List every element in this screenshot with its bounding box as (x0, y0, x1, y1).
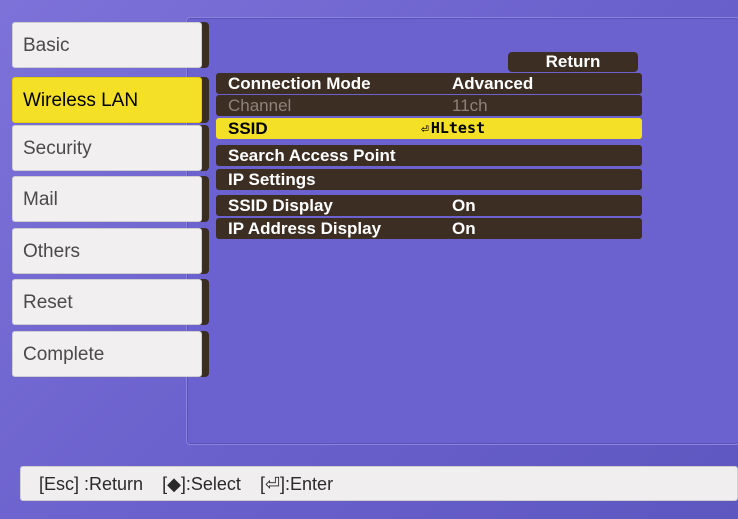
return-button[interactable]: Return (508, 52, 638, 72)
enter-hint: [⏎]:Enter (259, 474, 334, 494)
row-connection-mode[interactable]: Connection Mode Advanced (216, 73, 642, 94)
row-value: Advanced (452, 74, 534, 93)
tab-reset[interactable]: Reset (12, 279, 202, 325)
row-ip-settings[interactable]: IP Settings (216, 169, 642, 190)
tab-others[interactable]: Others (12, 228, 202, 274)
row-value: On (452, 196, 476, 215)
row-ssid[interactable]: SSID ⏎ HLtest (216, 118, 642, 139)
tab-wireless-lan[interactable]: Wireless LAN (12, 77, 202, 123)
row-label: IP Address Display (228, 219, 382, 238)
tab-basic[interactable]: Basic (12, 22, 202, 68)
row-label: Connection Mode (228, 74, 371, 93)
ssid-value: HLtest (430, 119, 486, 137)
help-bar: [Esc] :Return [◆]:Select [⏎]:Enter (20, 466, 738, 501)
tab-mail[interactable]: Mail (12, 176, 202, 222)
row-ip-address-display[interactable]: IP Address Display On (216, 218, 642, 239)
row-channel: Channel 11ch (216, 95, 642, 116)
tab-complete[interactable]: Complete (12, 331, 202, 377)
row-label: SSID Display (228, 196, 333, 215)
select-hint: [◆]:Select (162, 474, 241, 494)
row-ssid-display[interactable]: SSID Display On (216, 195, 642, 216)
row-label: Search Access Point (228, 146, 396, 165)
row-value: On (452, 219, 476, 238)
enter-icon: ⏎ (421, 122, 429, 137)
projector-network-menu: Basic Wireless LAN Security Mail Others … (0, 0, 738, 519)
row-label: IP Settings (228, 170, 316, 189)
row-value: 11ch (452, 96, 488, 115)
tab-security[interactable]: Security (12, 125, 202, 171)
row-label: Channel (228, 96, 292, 115)
row-label: SSID (228, 119, 268, 138)
row-search-access-point[interactable]: Search Access Point (216, 145, 642, 166)
esc-hint: [Esc] :Return (39, 474, 144, 494)
row-value: ⏎ HLtest (421, 118, 485, 140)
